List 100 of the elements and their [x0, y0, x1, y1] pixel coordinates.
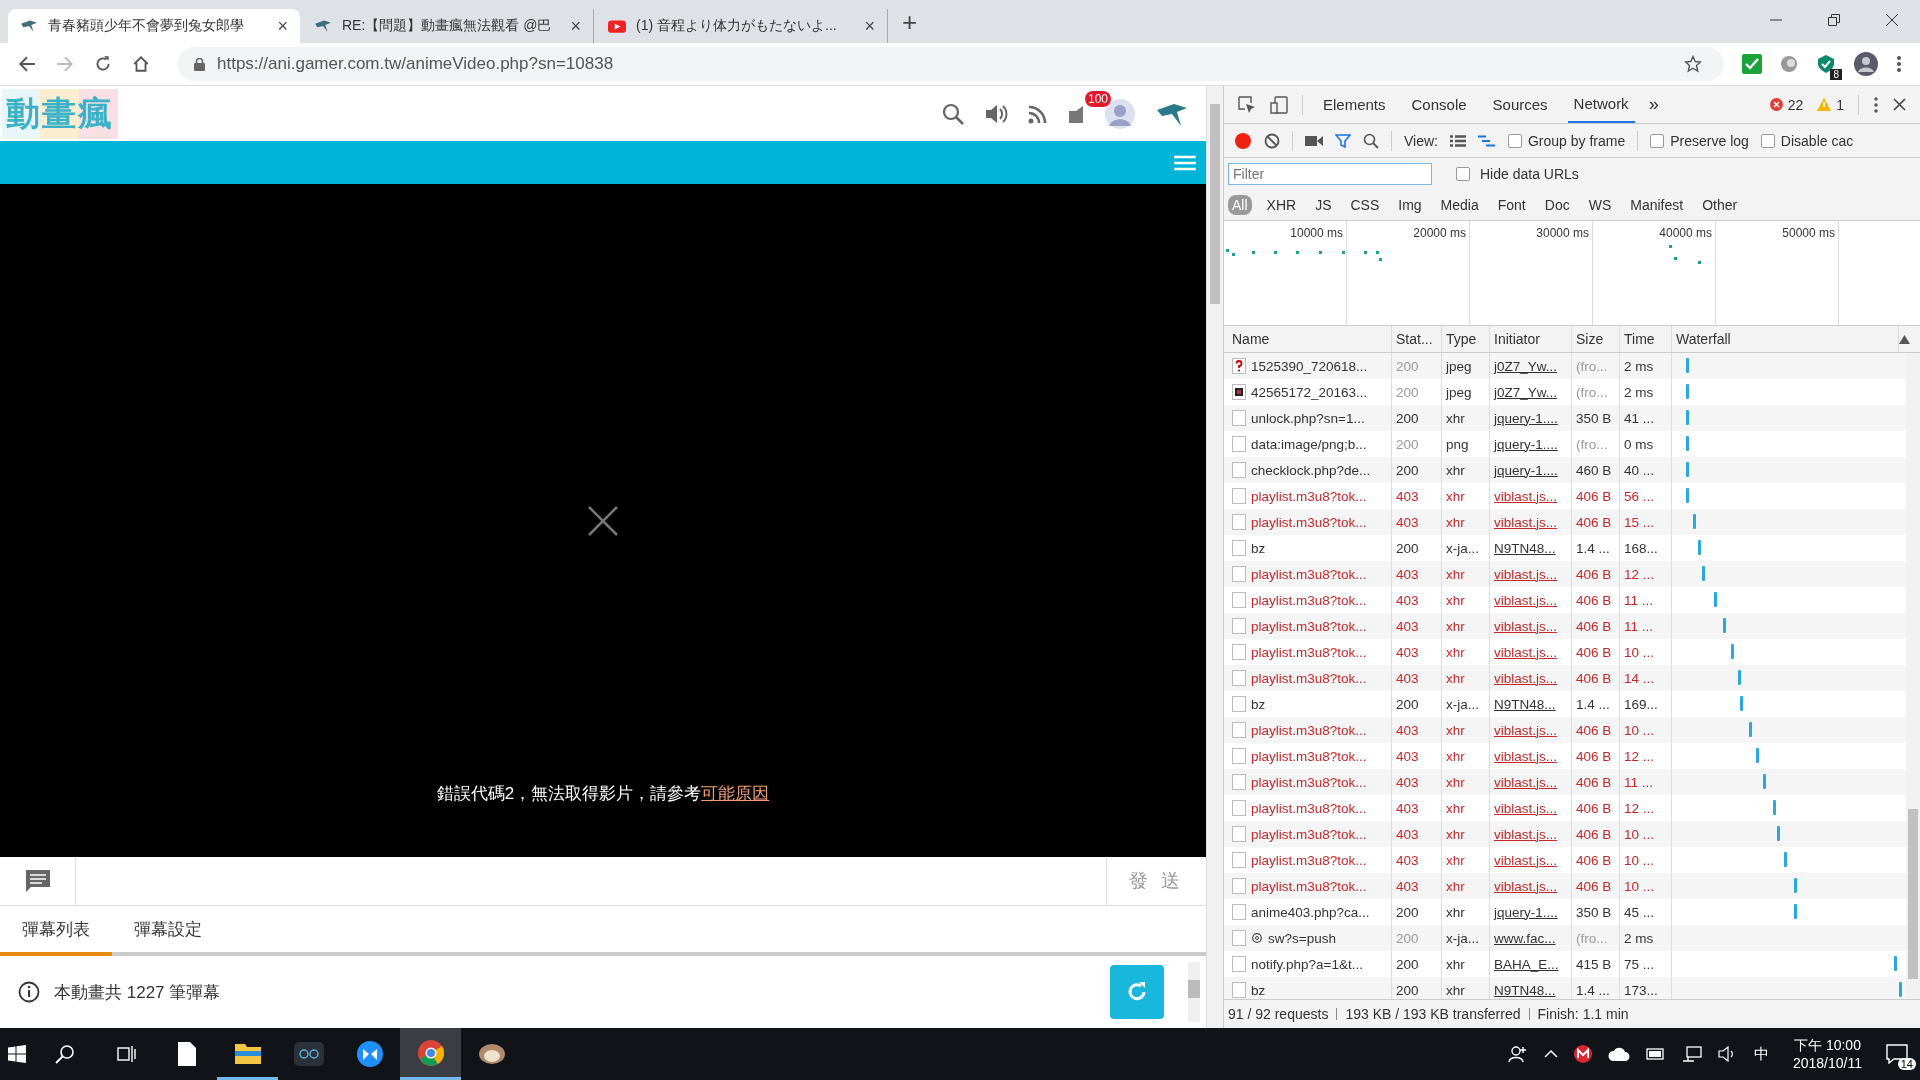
initiator-link[interactable]: viblast.js... [1494, 722, 1558, 738]
option-label[interactable]: Hide data URLs [1480, 166, 1579, 182]
request-name[interactable]: checklock.php?de... [1251, 462, 1371, 478]
column-header[interactable]: Name [1228, 326, 1392, 352]
request-name[interactable]: playlist.m3u8?tok... [1251, 566, 1367, 582]
initiator-link[interactable]: N9TN48... [1494, 540, 1556, 556]
battery-icon[interactable] [1645, 1047, 1666, 1061]
volume-icon[interactable] [1717, 1046, 1736, 1062]
rss-icon[interactable] [1028, 103, 1048, 124]
scrollbar[interactable] [1188, 962, 1200, 1022]
home-icon[interactable] [132, 55, 150, 73]
close-icon[interactable]: × [570, 15, 581, 37]
initiator-link[interactable]: jquery-1.... [1494, 410, 1558, 426]
chat-icon[interactable] [24, 869, 51, 893]
initiator-link[interactable]: viblast.js... [1494, 878, 1558, 894]
windows-start-icon[interactable] [8, 1045, 26, 1063]
type-filter[interactable]: WS [1584, 195, 1616, 215]
request-name[interactable]: playlist.m3u8?tok... [1251, 800, 1367, 816]
request-name[interactable]: anime403.php?ca... [1251, 904, 1370, 920]
request-name[interactable]: bz [1251, 696, 1266, 712]
close-icon[interactable] [1886, 14, 1898, 26]
initiator-link[interactable]: viblast.js... [1494, 800, 1558, 816]
close-icon[interactable] [588, 506, 618, 536]
initiator-link[interactable]: viblast.js... [1494, 852, 1558, 868]
initiator-link[interactable]: viblast.js... [1494, 670, 1558, 686]
initiator-link[interactable]: viblast.js... [1494, 748, 1558, 764]
column-header[interactable]: Initiator [1490, 326, 1572, 352]
close-icon[interactable] [1893, 98, 1906, 111]
waterfall-view-icon[interactable] [1478, 134, 1496, 147]
restore-icon[interactable] [1828, 14, 1840, 26]
sort-icon[interactable] [1899, 334, 1910, 344]
request-name[interactable]: data:image/png;b... [1251, 436, 1367, 452]
initiator-link[interactable]: viblast.js... [1494, 826, 1558, 842]
close-icon[interactable]: × [277, 15, 288, 37]
initiator-link[interactable]: N9TN48... [1494, 696, 1556, 712]
request-name[interactable]: 1525390_720618... [1251, 358, 1368, 374]
clear-icon[interactable] [1264, 132, 1280, 149]
camera-icon[interactable] [1305, 134, 1323, 147]
request-name[interactable]: playlist.m3u8?tok... [1251, 748, 1367, 764]
column-header[interactable]: Type [1442, 326, 1490, 352]
initiator-link[interactable]: j0Z7_Yw... [1494, 358, 1558, 374]
request-name[interactable]: playlist.m3u8?tok... [1251, 670, 1367, 686]
extension-icon[interactable] [1780, 55, 1798, 73]
danmaku-tab[interactable]: 彈幕列表 [0, 906, 112, 956]
initiator-link[interactable]: viblast.js... [1494, 488, 1558, 504]
initiator-link[interactable]: www.fac... [1494, 930, 1556, 946]
column-header[interactable]: Stat... [1392, 326, 1442, 352]
danmaku-tab[interactable]: 彈幕設定 [112, 906, 224, 952]
checkbox[interactable] [1456, 167, 1470, 181]
request-name[interactable]: unlock.php?sn=1... [1251, 410, 1365, 426]
filter-field[interactable]: Filter [1228, 163, 1432, 185]
type-filter[interactable]: Img [1394, 195, 1426, 215]
request-name[interactable]: playlist.m3u8?tok... [1251, 774, 1367, 790]
speaker-icon[interactable] [984, 102, 1008, 125]
list-view-icon[interactable] [1450, 134, 1466, 147]
clock[interactable]: 下午 10:00 2018/10/11 [1792, 1035, 1862, 1073]
initiator-link[interactable]: viblast.js... [1494, 566, 1558, 582]
type-filter[interactable]: Doc [1540, 195, 1574, 215]
record-icon[interactable] [1234, 131, 1252, 150]
search-icon[interactable] [1363, 132, 1379, 149]
input-method-indicator[interactable]: 中 [1753, 1044, 1769, 1064]
search-icon[interactable] [942, 102, 964, 125]
type-filter[interactable]: JS [1311, 195, 1336, 215]
people-icon[interactable] [1507, 1045, 1528, 1063]
checkmark-icon[interactable] [1742, 54, 1762, 74]
request-name[interactable]: playlist.m3u8?tok... [1251, 488, 1367, 504]
taskbar-app[interactable] [400, 1028, 461, 1080]
warning-count[interactable]: 1 [1836, 96, 1844, 113]
type-filter[interactable]: Font [1493, 195, 1530, 215]
network-icon[interactable] [1681, 1046, 1702, 1062]
video-player[interactable]: 錯誤代碼2，無法取得影片，請參考可能原因 [0, 184, 1206, 857]
initiator-link[interactable]: jquery-1.... [1494, 904, 1558, 920]
initiator-link[interactable]: N9TN48... [1494, 982, 1556, 998]
close-icon[interactable]: × [864, 15, 875, 37]
request-name[interactable]: bz [1251, 540, 1266, 556]
initiator-link[interactable]: viblast.js... [1494, 774, 1558, 790]
initiator-link[interactable]: viblast.js... [1494, 618, 1558, 634]
request-name[interactable]: playlist.m3u8?tok... [1251, 878, 1367, 894]
request-name[interactable]: playlist.m3u8?tok... [1251, 514, 1367, 530]
type-filter[interactable]: XHR [1262, 195, 1301, 215]
checkbox[interactable] [1508, 133, 1522, 148]
option-label[interactable]: Group by frame [1528, 132, 1626, 149]
type-filter[interactable]: Manifest [1626, 195, 1688, 215]
column-header[interactable]: Time [1620, 326, 1672, 352]
type-filter[interactable]: CSS [1346, 195, 1384, 215]
reload-icon[interactable] [94, 55, 112, 73]
chevron-up-icon[interactable] [1543, 1049, 1558, 1059]
request-name[interactable]: 42565172_20163... [1251, 384, 1368, 400]
request-name[interactable]: playlist.m3u8?tok... [1251, 826, 1367, 842]
checkbox[interactable] [1760, 133, 1775, 148]
request-name[interactable]: bz [1251, 982, 1266, 998]
device-icon[interactable] [1270, 95, 1288, 114]
request-name[interactable]: playlist.m3u8?tok... [1251, 644, 1367, 660]
cloud-icon[interactable] [1607, 1047, 1630, 1061]
kebab-menu-icon[interactable] [1873, 96, 1879, 113]
initiator-link[interactable]: jquery-1.... [1494, 462, 1558, 478]
initiator-link[interactable]: jquery-1.... [1494, 436, 1558, 452]
devtools-tab[interactable]: Elements [1317, 86, 1392, 123]
scrollbar[interactable] [1906, 353, 1920, 999]
mega-icon[interactable] [1573, 1045, 1592, 1063]
